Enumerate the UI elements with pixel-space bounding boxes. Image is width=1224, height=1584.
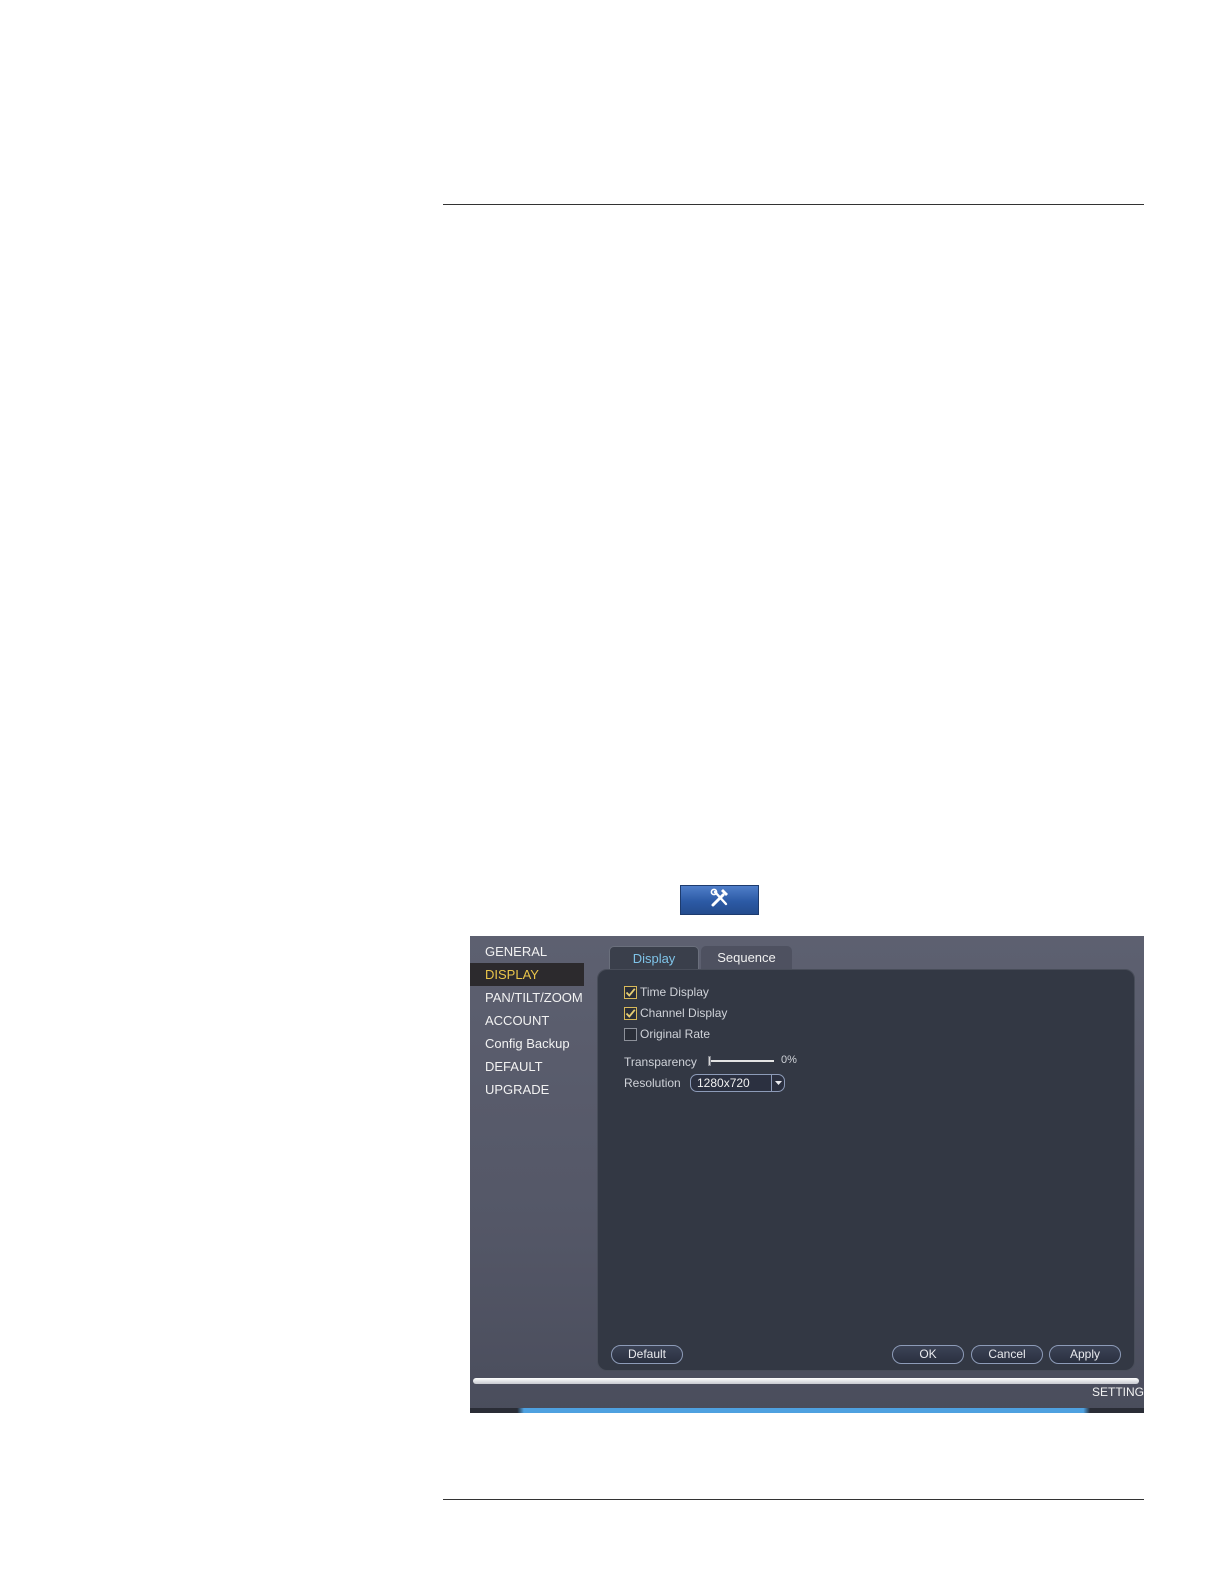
page-header-rule xyxy=(443,204,1144,205)
time-display-checkbox[interactable] xyxy=(624,985,637,999)
cancel-button[interactable]: Cancel xyxy=(971,1345,1043,1364)
dvr-settings-window: GENERAL DISPLAY PAN/TILT/ZOOM ACCOUNT Co… xyxy=(470,936,1144,1413)
check-icon xyxy=(625,1008,636,1018)
sidebar-item-display[interactable]: DISPLAY xyxy=(470,963,584,986)
page-footer-rule xyxy=(443,1499,1144,1500)
sidebar-item-config-backup[interactable]: Config Backup xyxy=(470,1032,584,1055)
resolution-value: 1280x720 xyxy=(697,1076,750,1090)
slider-thumb[interactable] xyxy=(708,1056,711,1066)
tab-sequence[interactable]: Sequence xyxy=(701,946,792,969)
setup-tools-button[interactable] xyxy=(680,885,759,915)
display-settings-panel: Time Display Channel Display Original Ra… xyxy=(597,969,1135,1371)
resolution-select[interactable]: 1280x720 xyxy=(690,1074,785,1092)
original-rate-checkbox[interactable] xyxy=(624,1027,637,1041)
sidebar-item-upgrade[interactable]: UPGRADE xyxy=(470,1078,584,1101)
channel-display-checkbox-row[interactable]: Channel Display xyxy=(624,1005,727,1021)
slider-track xyxy=(708,1060,774,1062)
time-display-label: Time Display xyxy=(640,985,709,999)
check-icon xyxy=(625,987,636,997)
channel-display-checkbox[interactable] xyxy=(624,1006,637,1020)
time-display-checkbox-row[interactable]: Time Display xyxy=(624,984,709,1000)
status-label: SETTING xyxy=(1091,1385,1144,1399)
sidebar-item-account[interactable]: ACCOUNT xyxy=(470,1009,584,1032)
sidebar-item-general[interactable]: GENERAL xyxy=(470,940,584,963)
transparency-value: 0% xyxy=(781,1054,797,1066)
tab-display[interactable]: Display xyxy=(609,946,699,969)
default-button[interactable]: Default xyxy=(611,1345,683,1364)
ok-button[interactable]: OK xyxy=(892,1345,964,1364)
sidebar-menu: GENERAL DISPLAY PAN/TILT/ZOOM ACCOUNT Co… xyxy=(470,940,584,1101)
chevron-down-icon[interactable] xyxy=(771,1075,784,1091)
transparency-label: Transparency xyxy=(624,1055,697,1069)
apply-button[interactable]: Apply xyxy=(1049,1345,1121,1364)
sidebar-item-pan-tilt-zoom[interactable]: PAN/TILT/ZOOM xyxy=(470,986,584,1009)
tools-icon xyxy=(709,888,731,913)
resolution-label: Resolution xyxy=(624,1076,681,1090)
channel-display-label: Channel Display xyxy=(640,1006,728,1020)
transparency-slider[interactable] xyxy=(708,1054,774,1068)
sidebar-item-default[interactable]: DEFAULT xyxy=(470,1055,584,1078)
original-rate-label: Original Rate xyxy=(640,1027,711,1041)
bottom-taskbar-line xyxy=(470,1408,1144,1413)
status-progress-bar xyxy=(473,1378,1139,1384)
original-rate-checkbox-row[interactable]: Original Rate xyxy=(624,1026,710,1042)
